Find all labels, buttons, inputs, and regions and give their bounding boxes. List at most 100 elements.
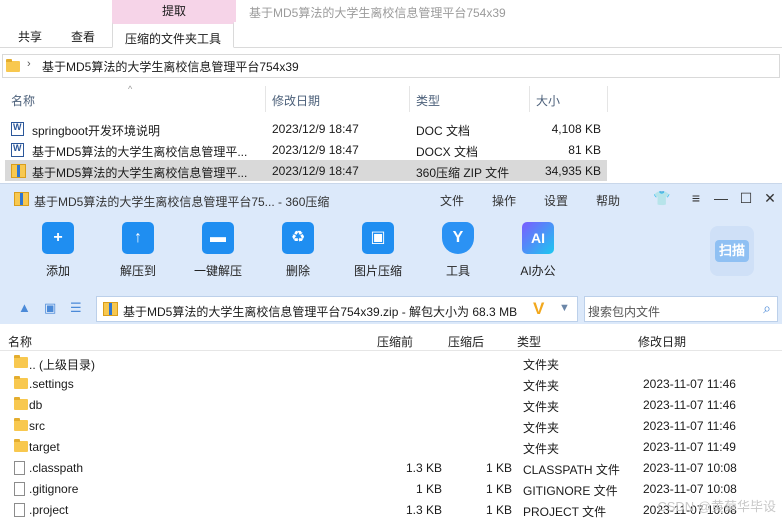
zip-title-bar: 基于MD5算法的大学生离校信息管理平台75... - 360压缩 文件 操作 设…	[0, 184, 782, 214]
tab-view[interactable]: 查看	[71, 28, 95, 45]
extract-to-button[interactable]: ↑ 解压到	[103, 222, 173, 288]
tools-button[interactable]: Y 工具	[423, 222, 493, 288]
zip-item-name: target	[29, 440, 60, 454]
zip-row[interactable]: .classpath 1.3 KB 1 KB CLASSPATH 文件 2023…	[0, 457, 782, 478]
word-doc-icon	[11, 122, 24, 136]
extract-to-label: 解压到	[119, 264, 156, 278]
file-name: springboot开发环境说明	[32, 124, 161, 138]
zip-item-type: 文件夹	[523, 421, 560, 435]
watermark: CSDN @黄菊华毕设	[657, 499, 776, 514]
column-divider[interactable]	[265, 86, 266, 112]
zip-app-icon	[14, 192, 29, 206]
column-divider[interactable]	[607, 86, 608, 112]
zip-item-after: 1 KB	[485, 503, 512, 517]
zip-column-header: 名称 压缩前 压缩后 类型 修改日期	[0, 329, 782, 351]
zip-column-type[interactable]: 类型	[517, 333, 541, 350]
file-size: 4,108 KB	[551, 122, 601, 136]
file-type: DOCX 文档	[416, 145, 479, 159]
explorer-window-title: 基于MD5算法的大学生离校信息管理平台754x39	[249, 6, 506, 20]
add-label: 添加	[45, 264, 70, 278]
zip-item-date: 2023-11-07 10:08	[643, 461, 737, 475]
column-size[interactable]: 大小	[536, 92, 560, 109]
folder-icon	[14, 376, 28, 389]
zip-item-type: GITIGNORE 文件	[523, 484, 618, 498]
file-date: 2023/12/9 18:47	[272, 164, 359, 178]
chevron-down-icon[interactable]: ▼	[559, 302, 570, 314]
zip-archive-icon	[11, 164, 26, 178]
zip-item-date: 2023-11-07 11:46	[643, 398, 736, 412]
zip-column-date[interactable]: 修改日期	[638, 333, 686, 350]
file-date: 2023/12/9 18:47	[272, 122, 359, 136]
chevron-right-icon[interactable]: ›	[27, 58, 31, 70]
column-name[interactable]: 名称	[11, 92, 35, 109]
address-bar[interactable]: › 基于MD5算法的大学生离校信息管理平台754x39	[0, 54, 782, 78]
zip-window-title: 基于MD5算法的大学生离校信息管理平台75... - 360压缩	[34, 195, 330, 209]
column-type[interactable]: 类型	[416, 92, 440, 109]
folder-icon	[6, 59, 20, 72]
thumbnail-view-icon[interactable]: ▣	[44, 300, 56, 316]
file-name: 基于MD5算法的大学生离校信息管理平...	[32, 166, 248, 180]
file-icon	[14, 503, 25, 517]
zip-row-parent[interactable]: .. (上级目录) 文件夹	[0, 352, 782, 373]
ai-office-label: AI办公	[520, 264, 556, 278]
column-divider[interactable]	[409, 86, 410, 112]
address-path[interactable]: 基于MD5算法的大学生离校信息管理平台754x39	[42, 58, 299, 75]
skin-icon[interactable]: 👕	[653, 190, 670, 206]
scan-button[interactable]: 扫描	[710, 226, 754, 276]
tab-share[interactable]: 共享	[18, 28, 42, 45]
folder-icon	[14, 439, 28, 452]
menu-operate[interactable]: 操作	[492, 192, 516, 209]
column-date[interactable]: 修改日期	[272, 92, 320, 109]
quick-extract-button[interactable]: ▬ 一键解压	[183, 222, 253, 288]
zip-row[interactable]: db 文件夹 2023-11-07 11:46	[0, 394, 782, 415]
zip-item-type: 文件夹	[523, 379, 560, 393]
ai-office-button[interactable]: AI AI办公	[503, 222, 573, 288]
zip-item-type: 文件夹	[523, 442, 560, 456]
file-icon	[14, 482, 25, 496]
zip-item-name: db	[29, 398, 43, 412]
maximize-icon[interactable]: ☐	[738, 190, 754, 206]
up-arrow-icon[interactable]: ▲	[18, 300, 31, 315]
zip-path-box[interactable]: 基于MD5算法的大学生离校信息管理平台754x39.zip - 解包大小为 68…	[96, 296, 578, 322]
zip-item-date: 2023-11-07 11:46	[643, 377, 736, 391]
file-row-selected[interactable]: 基于MD5算法的大学生离校信息管理平... 2023/12/9 18:47 36…	[5, 160, 607, 181]
minimize-icon[interactable]: —	[713, 190, 729, 206]
zip-row[interactable]: target 文件夹 2023-11-07 11:49	[0, 436, 782, 457]
image-compress-label: 图片压缩	[353, 264, 402, 278]
zip-item-type: 文件夹	[523, 400, 560, 414]
context-tab-extract[interactable]: 提取	[112, 0, 236, 22]
menu-file[interactable]: 文件	[440, 192, 464, 209]
file-date: 2023/12/9 18:47	[272, 143, 359, 157]
folder-icon	[14, 418, 28, 431]
tab-compressed-folder-tools[interactable]: 压缩的文件夹工具	[112, 22, 235, 48]
close-icon[interactable]: ✕	[762, 190, 778, 206]
zip-column-after[interactable]: 压缩后	[448, 333, 484, 350]
zip-search-box[interactable]: 搜索包内文件 ⌕	[584, 296, 778, 322]
file-icon	[14, 461, 25, 475]
zip-column-before[interactable]: 压缩前	[377, 333, 413, 350]
menu-icon[interactable]: ≡	[688, 190, 704, 206]
menu-settings[interactable]: 设置	[544, 192, 568, 209]
zip-item-name: .settings	[29, 377, 74, 391]
search-icon[interactable]: ⌕	[763, 300, 771, 317]
image-compress-button[interactable]: ▣ 图片压缩	[343, 222, 413, 288]
delete-button[interactable]: ♻ 删除	[263, 222, 333, 288]
list-view-icon[interactable]: ☰	[70, 300, 82, 316]
v-badge-icon[interactable]: V	[533, 299, 544, 319]
scan-label: 扫描	[714, 240, 749, 262]
file-row[interactable]: springboot开发环境说明 2023/12/9 18:47 DOC 文档 …	[5, 118, 607, 139]
zip-item-after: 1 KB	[485, 482, 512, 496]
menu-help[interactable]: 帮助	[596, 192, 620, 209]
zip-item-type: PROJECT 文件	[523, 505, 607, 519]
zip-column-name[interactable]: 名称	[8, 333, 32, 350]
extract-to-icon: ↑	[122, 222, 154, 254]
delete-icon: ♻	[282, 222, 314, 254]
column-divider[interactable]	[529, 86, 530, 112]
search-input[interactable]: 搜索包内文件	[588, 303, 660, 320]
file-row[interactable]: 基于MD5算法的大学生离校信息管理平... 2023/12/9 18:47 DO…	[5, 139, 607, 160]
add-button[interactable]: + 添加	[23, 222, 93, 288]
ai-office-icon: AI	[522, 222, 554, 254]
zip-item-before: 1 KB	[415, 482, 442, 496]
zip-row[interactable]: src 文件夹 2023-11-07 11:46	[0, 415, 782, 436]
zip-row[interactable]: .settings 文件夹 2023-11-07 11:46	[0, 373, 782, 394]
